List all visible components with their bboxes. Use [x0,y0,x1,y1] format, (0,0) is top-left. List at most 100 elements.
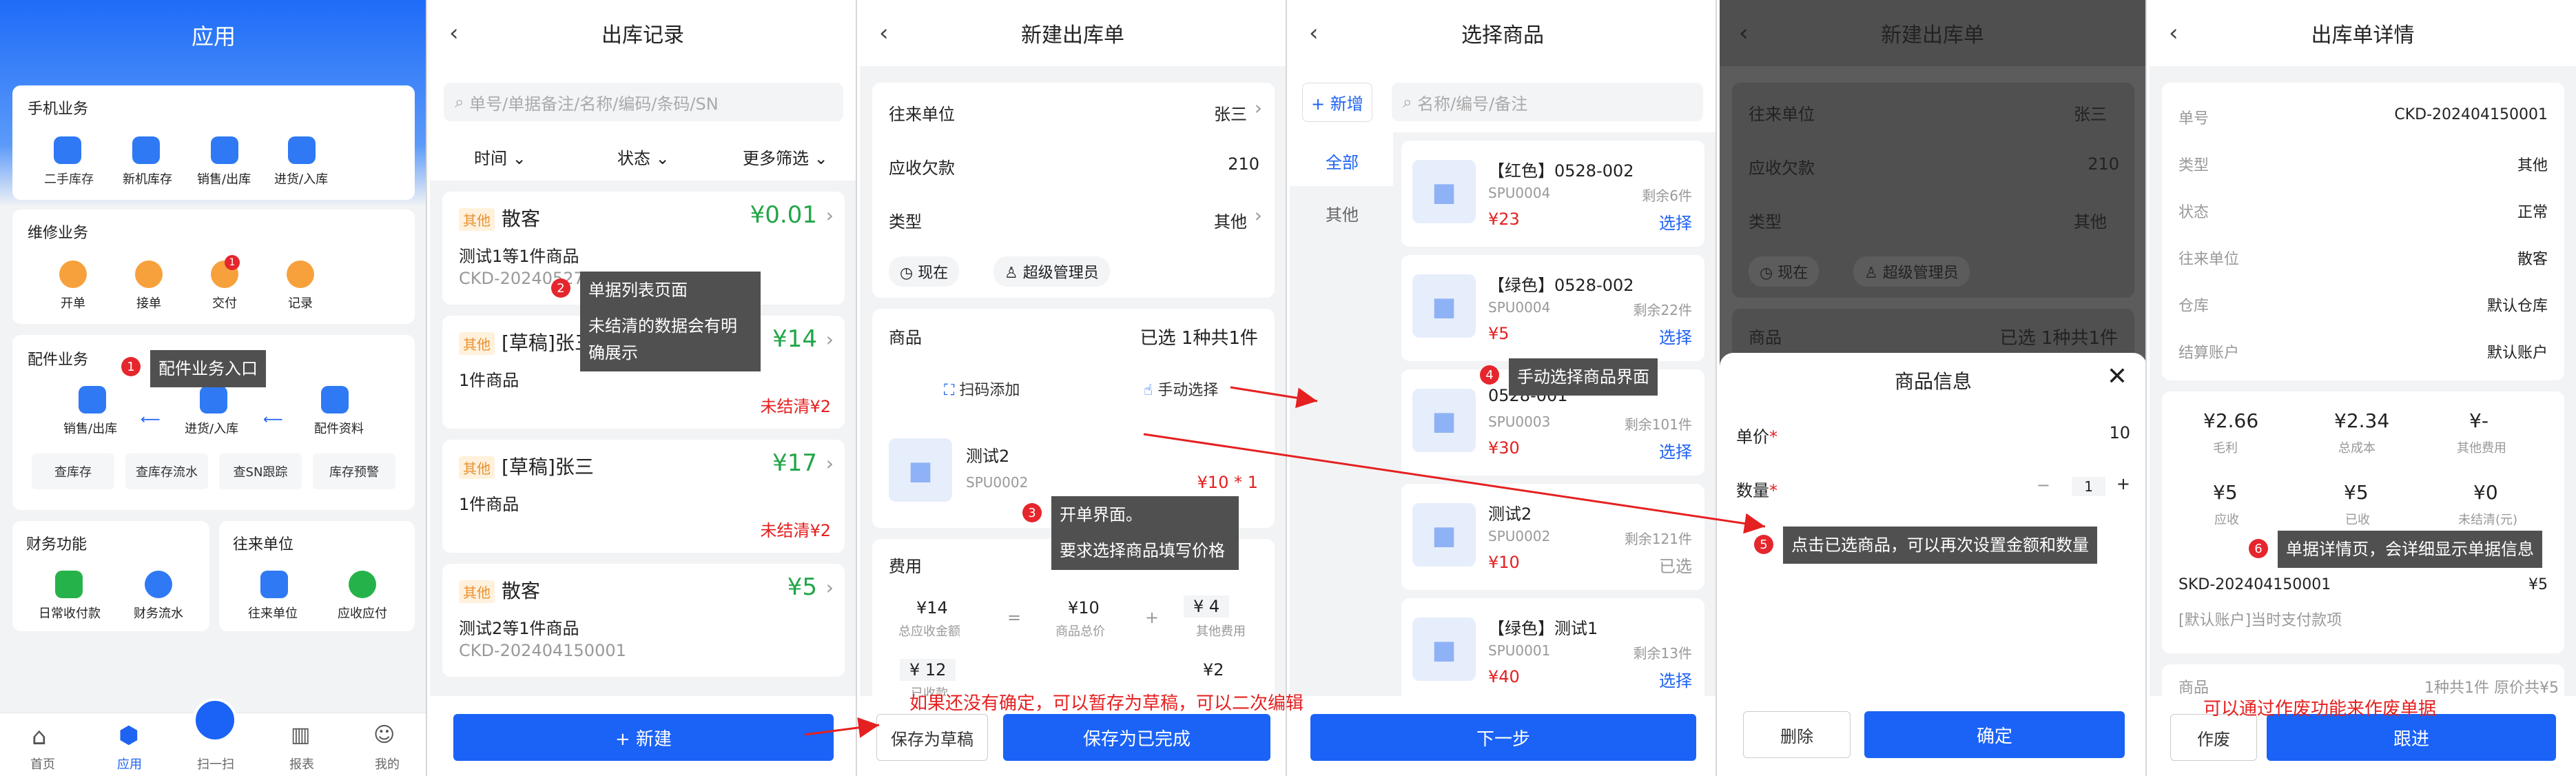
dimmed-order-card: 往来单位 张三 应收欠款 210 类型 其他 ◷ 现在 ♙ 超级管理员 [1732,83,2134,298]
other-fee-input[interactable]: ¥ 4 [1184,595,1230,617]
apps-icon[interactable]: ⬢ [119,722,139,749]
finance-flow-icon[interactable] [145,571,172,598]
paid-input[interactable]: ¥ 12 [900,659,956,681]
price-input[interactable]: 10 [2109,423,2130,442]
tab-scan[interactable]: 扫一扫 [197,755,234,773]
order-card[interactable]: 其他 散客 ¥5 › 测试2等1件商品 CKD-202404150001 [442,564,845,677]
scan-icon[interactable] [193,698,237,742]
close-icon[interactable]: ✕ [2107,363,2127,391]
stock-alert-button[interactable]: 库存预警 [313,453,395,489]
check-stock-button[interactable]: 查库存 [32,453,114,489]
back-icon[interactable]: ‹ [449,19,459,47]
product-price[interactable]: ¥10 * 1 [1197,473,1258,492]
add-product-button[interactable]: + 新增 [1302,83,1372,122]
parts-sales-icon[interactable] [79,386,106,413]
back-icon[interactable]: ‹ [1739,19,1749,47]
receivable-icon[interactable] [349,571,376,598]
home-icon[interactable]: ⌂ [32,723,47,751]
follow-up-button[interactable]: 跟进 [2267,714,2556,761]
next-step-button[interactable]: 下一步 [1310,714,1696,761]
select-button[interactable]: 选择 [1659,324,1692,348]
arrow-icon: ⟵ [141,411,161,427]
annotation-line: 未结清的数据会有明确展示 [588,316,737,363]
select-button[interactable]: 选择 [1659,667,1692,691]
order-desc: 测试1等1件商品 [459,247,579,266]
qty-plus-button[interactable]: + [2116,474,2130,493]
category-other[interactable]: 其他 [1326,201,1359,225]
new-stock-icon[interactable] [132,136,160,164]
product-item[interactable]: ◼ 【绿色】测试1 SPU0001 剩余13件 ¥40 选择 [1401,598,1704,702]
order-card[interactable]: 其他 [草稿]张三 ¥17 › 1件商品 未结清¥2 [442,440,845,553]
product-price: ¥30 [1488,438,1520,458]
app-label: 进货/入库 [185,422,239,436]
filter-status[interactable]: 状态 ⌄ [617,145,670,169]
parts-data-icon[interactable] [321,386,349,413]
hand-icon: ☝ [1144,382,1153,399]
product-item[interactable]: ◼ 【绿色】0528-002 SPU0004 剩余22件 ¥5 选择 [1401,255,1704,361]
qty-input[interactable]: 1 [2072,477,2105,496]
field-label: 应收欠款 [1749,159,1815,178]
bag-icon: ◼ [1431,631,1457,667]
void-button[interactable]: 作废 [2170,714,2257,761]
search-input[interactable]: ⌕ 单号/单据备注/名称/编码/条码/SN [444,83,843,121]
purchase-in-icon[interactable] [288,136,316,164]
tab-report[interactable]: 报表 [289,755,314,773]
product-thumb: ◼ [1412,617,1476,681]
filter-time[interactable]: 时间 ⌄ [474,145,526,169]
select-button[interactable]: 选择 [1659,438,1692,462]
delete-button[interactable]: 删除 [1743,711,1851,758]
product-name: 测试2 [1488,504,1532,524]
category-all[interactable]: 全部 [1326,149,1359,173]
header: ‹ 出库单详情 [2150,0,2576,66]
tab-apps[interactable]: 应用 [117,755,142,773]
daily-payment-icon[interactable] [55,571,83,598]
order-number[interactable]: CKD-202404150001 [2394,106,2548,123]
report-icon[interactable]: ▥ [291,723,310,747]
bag-icon: ◼ [1431,517,1457,553]
tab-home[interactable]: 首页 [30,755,55,773]
qty-minus-button[interactable]: − [2037,476,2050,495]
app-label: 财务流水 [134,606,183,621]
save-complete-button[interactable]: 保存为已完成 [1003,714,1270,761]
partner-value[interactable]: 张三 [1214,101,1247,125]
selected-label[interactable]: 已选 [1659,553,1692,577]
sn-trace-button[interactable]: 查SN跟踪 [219,453,302,489]
sales-out-icon[interactable] [211,136,238,164]
section-title: 配件业务 [28,351,89,369]
product-item[interactable]: ◼ 测试2 SPU0002 剩余121件 ¥10 已选 [1401,484,1704,590]
new-order-button[interactable]: + 新建 [453,714,834,761]
used-stock-icon[interactable] [54,136,81,164]
confirm-button[interactable]: 确定 [1864,711,2125,758]
accept-order-icon[interactable] [135,261,163,288]
manual-select-button[interactable]: ☝ 手动选择 [1144,378,1218,400]
tab-me[interactable]: 我的 [375,755,400,773]
stock-flow-button[interactable]: 查库存流水 [125,453,208,489]
type-value[interactable]: 其他 [1214,208,1247,232]
open-order-icon[interactable] [59,261,87,288]
product-name: 【绿色】0528-002 [1488,276,1634,295]
product-spu: SPU0004 [1488,185,1551,201]
back-icon[interactable]: ‹ [879,19,889,47]
product-name: 测试2 [966,447,1010,466]
select-button[interactable]: 选择 [1659,210,1692,234]
filter-more[interactable]: 更多筛选 ⌄ [743,145,828,169]
back-icon[interactable]: ‹ [2169,19,2178,47]
partner-units-icon[interactable] [260,571,288,598]
records-icon[interactable] [287,261,314,288]
back-icon[interactable]: ‹ [1309,19,1319,47]
operator-chip[interactable]: ♙ 超级管理员 [993,256,1110,287]
field-label: 类型 [1749,212,1782,232]
product-name: 【红色】0528-002 [1488,161,1634,181]
product-stock: 剩余13件 [1633,645,1692,662]
search-input[interactable]: ⌕ 名称/编号/备注 [1392,83,1703,121]
save-draft-button[interactable]: 保存为草稿 [876,714,988,761]
product-item[interactable]: ◼ 【红色】0528-002 SPU0004 剩余6件 ¥23 选择 [1401,141,1704,247]
detail-info-card: 单号 CKD-202404150001 类型 其他 状态 正常 往来单位 散客 … [2162,83,2564,380]
product-info-modal-screen: ‹ 新建出库单 往来单位 张三 应收欠款 210 类型 其他 ◷ 现在 ♙ 超级… [1720,0,2147,776]
scan-add-button[interactable]: ⛶ 扫码添加 [944,378,1020,400]
parts-purchase-icon[interactable] [200,386,227,413]
profile-icon[interactable]: ☺ [373,723,395,747]
chevron-right-icon: › [825,576,834,599]
time-chip[interactable]: ◷ 现在 [889,256,960,287]
warehouse-value: 默认仓库 [2486,298,2548,315]
